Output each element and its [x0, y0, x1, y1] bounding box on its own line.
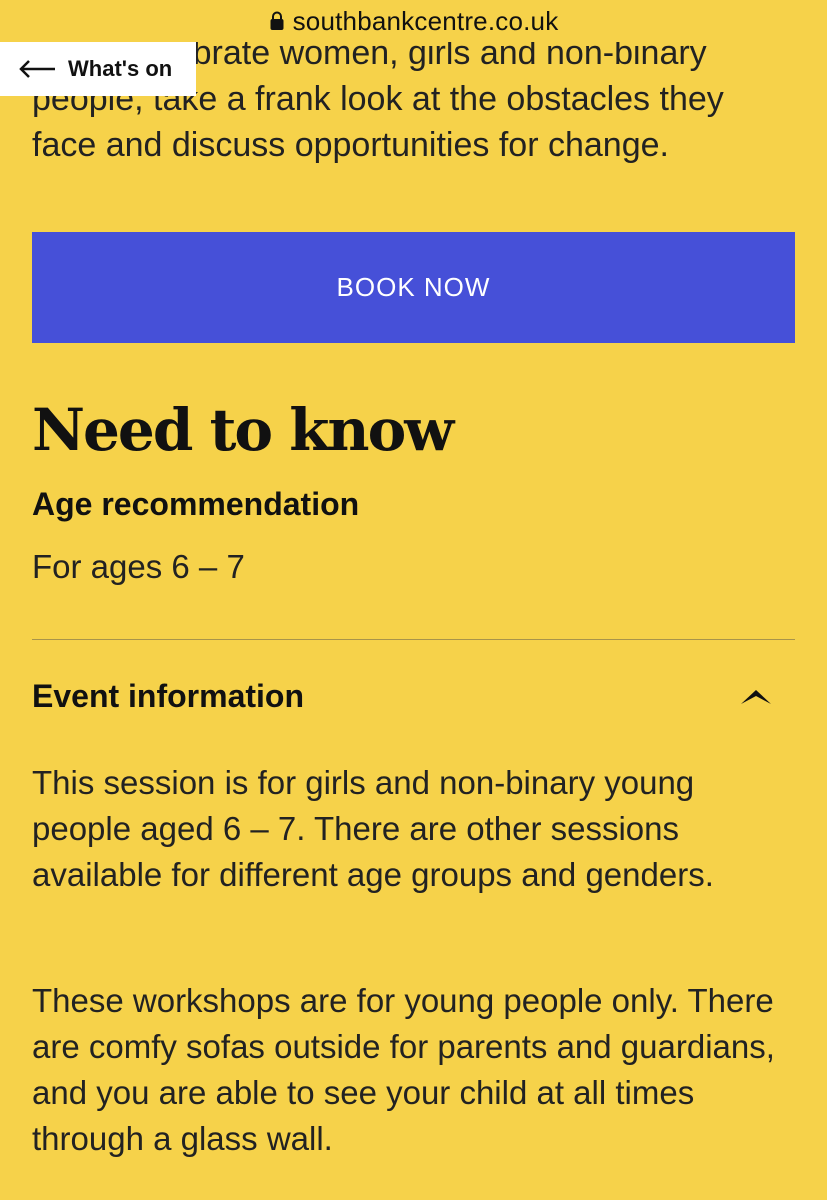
- back-arrow-icon: [19, 60, 55, 78]
- section-divider: [32, 639, 795, 640]
- back-link-label: What's on: [68, 56, 173, 81]
- event-information-title: Event information: [32, 677, 305, 714]
- lock-icon: [270, 11, 284, 30]
- browser-url-bar[interactable]: southbankcentre.co.uk: [0, 0, 827, 42]
- event-info-paragraph: This session is for girls and non-binary…: [32, 764, 714, 893]
- need-to-know-heading: Need to know: [32, 396, 454, 464]
- chevron-up-icon[interactable]: [739, 686, 773, 706]
- event-info-paragraph: These workshops are for young people onl…: [32, 982, 775, 1157]
- back-to-whats-on-link[interactable]: What's on: [0, 42, 196, 96]
- url-text: southbankcentre.co.uk: [292, 5, 559, 36]
- age-recommendation-heading: Age recommendation: [32, 486, 360, 522]
- age-recommendation-value: For ages 6 – 7: [32, 548, 245, 585]
- event-information-toggle[interactable]: Event information: [32, 664, 795, 728]
- book-now-button[interactable]: BOOK NOW: [32, 232, 795, 343]
